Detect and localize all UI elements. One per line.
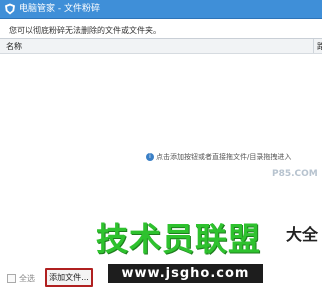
watermark-title: 技术员联盟 xyxy=(96,220,262,258)
checkbox-box[interactable] xyxy=(7,274,16,283)
select-all-checkbox[interactable]: 全选 xyxy=(7,273,35,284)
shield-logo-icon xyxy=(5,3,15,15)
info-icon: i xyxy=(146,153,154,161)
add-file-button[interactable]: 添加文件... xyxy=(45,268,93,287)
select-all-label: 全选 xyxy=(19,274,35,283)
watermark-url: www.jsgho.com xyxy=(108,264,263,283)
column-divider[interactable] xyxy=(313,39,314,53)
list-header: 名称 路 xyxy=(0,39,322,54)
description-text: 您可以彻底粉碎无法删除的文件或文件夹。 xyxy=(9,26,161,35)
watermark-small: P85.COM xyxy=(272,169,318,179)
drop-hint: i 点击添加按钮或者直接拖文件/目录拖拽进入 xyxy=(146,152,291,162)
drop-hint-text: 点击添加按钮或者直接拖文件/目录拖拽进入 xyxy=(156,153,292,161)
column-name-header[interactable]: 名称 xyxy=(6,41,22,52)
watermark-side: 大全 xyxy=(286,225,319,244)
window-title: 电脑管家 - 文件粉碎 xyxy=(19,4,100,14)
column-path-header[interactable]: 路 xyxy=(317,41,322,52)
title-bar: 电脑管家 - 文件粉碎 xyxy=(0,0,322,19)
